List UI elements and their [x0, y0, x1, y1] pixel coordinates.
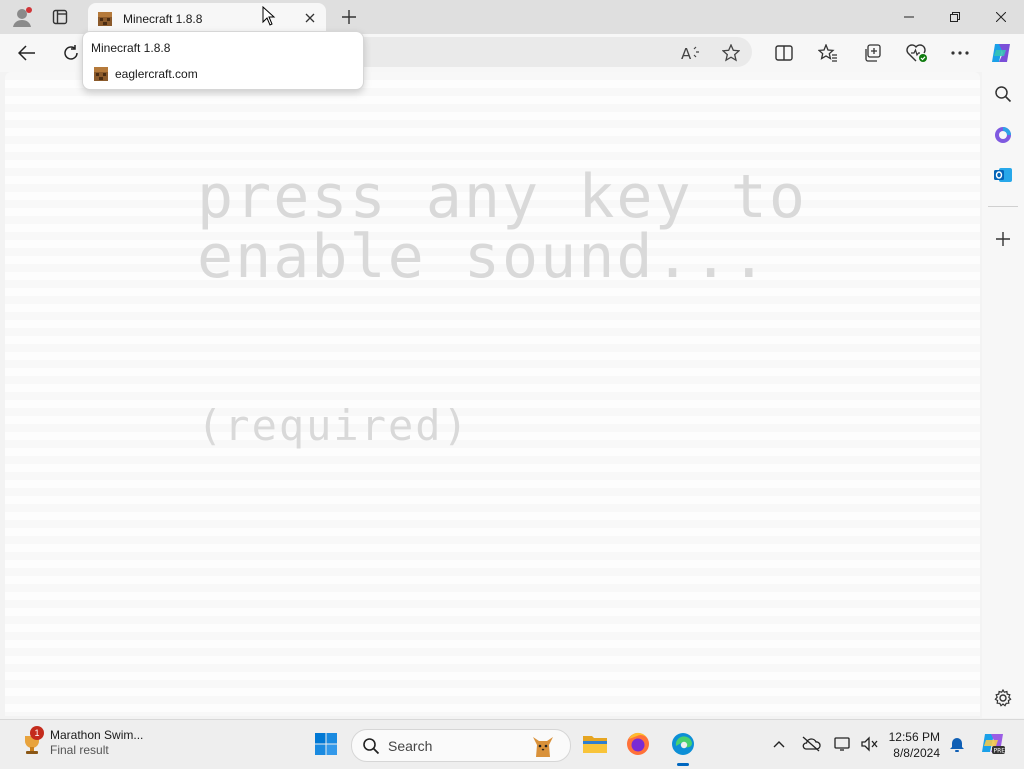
copilot-icon[interactable] [988, 40, 1014, 66]
edge-active-indicator [677, 763, 689, 766]
news-subtitle: Final result [50, 743, 109, 757]
hover-card-title: Minecraft 1.8.8 [91, 41, 171, 55]
close-window-button[interactable] [978, 0, 1024, 34]
clock-date: 8/8/2024 [893, 746, 940, 760]
notification-dot [26, 7, 32, 13]
notification-bell-icon[interactable] [946, 733, 968, 755]
edge-sidebar [982, 72, 1024, 718]
star-icon[interactable] [718, 40, 744, 66]
search-icon[interactable] [991, 82, 1015, 106]
search-icon [363, 738, 380, 755]
minecraft-favicon-icon [94, 67, 108, 81]
tab-actions-icon[interactable] [48, 7, 72, 27]
plus-icon [342, 10, 356, 24]
news-widget[interactable]: 1 Marathon Swim... Final result [20, 726, 144, 758]
restore-button[interactable] [932, 0, 978, 34]
hover-card-domain: eaglercraft.com [115, 67, 198, 81]
refresh-icon[interactable] [58, 40, 84, 66]
plus-icon[interactable] [991, 227, 1015, 251]
news-title: Marathon Swim... [50, 728, 144, 742]
edge-icon[interactable] [669, 730, 697, 758]
sound-prompt-line2: enable sound... [197, 222, 769, 292]
taskbar-search[interactable]: Search [351, 729, 571, 762]
read-aloud-icon[interactable]: A [678, 40, 704, 66]
mouse-cursor-icon [262, 6, 276, 26]
hover-card-domain-row: eaglercraft.com [93, 66, 198, 82]
volume-muted-icon[interactable] [858, 733, 880, 755]
svg-text:PRE: PRE [994, 748, 1006, 755]
close-icon[interactable] [302, 10, 318, 26]
copilot-m365-icon[interactable] [991, 123, 1015, 147]
split-screen-icon[interactable] [771, 40, 797, 66]
system-clock[interactable]: 12:56 PM 8/8/2024 [880, 729, 940, 761]
onedrive-offline-icon[interactable] [800, 733, 822, 755]
file-explorer-icon[interactable] [581, 730, 609, 758]
windows-taskbar: 1 Marathon Swim... Final result Search 1… [0, 719, 1024, 769]
network-icon[interactable] [832, 733, 854, 755]
sound-prompt-required: (required) [197, 401, 470, 450]
chevron-up-icon[interactable] [768, 733, 790, 755]
tab-hover-card: Minecraft 1.8.8 eaglercraft.com [82, 31, 364, 90]
clock-time: 12:56 PM [888, 730, 940, 744]
gear-icon[interactable] [991, 686, 1015, 710]
minecraft-favicon-icon [98, 11, 112, 26]
news-badge: 1 [30, 726, 44, 740]
trophy-icon: 1 [20, 726, 44, 756]
minimize-button[interactable] [886, 0, 932, 34]
tab-minecraft[interactable]: Minecraft 1.8.8 [88, 3, 326, 34]
title-bar: Minecraft 1.8.8 [0, 0, 1024, 34]
collections-icon[interactable] [860, 40, 886, 66]
sound-prompt-line1: press any key to [197, 162, 807, 232]
windows-start-icon[interactable] [312, 730, 340, 758]
favorites-icon[interactable] [815, 40, 841, 66]
svg-text:A: A [681, 45, 692, 61]
tab-title: Minecraft 1.8.8 [123, 11, 203, 26]
search-label: Search [388, 738, 433, 754]
back-arrow-icon[interactable] [14, 40, 40, 66]
outlook-icon[interactable] [991, 163, 1015, 187]
browser-essentials-icon[interactable] [904, 40, 930, 66]
profile-icon[interactable] [10, 6, 34, 28]
new-tab-button[interactable] [338, 6, 360, 28]
game-canvas[interactable]: press any key to enable sound... (requir… [5, 72, 980, 716]
sidebar-divider [988, 206, 1018, 207]
copilot-pre-icon[interactable]: PRE [980, 730, 1006, 756]
more-icon[interactable] [947, 40, 973, 66]
firefox-icon[interactable] [624, 730, 652, 758]
search-highlight-cat-icon [533, 737, 553, 757]
